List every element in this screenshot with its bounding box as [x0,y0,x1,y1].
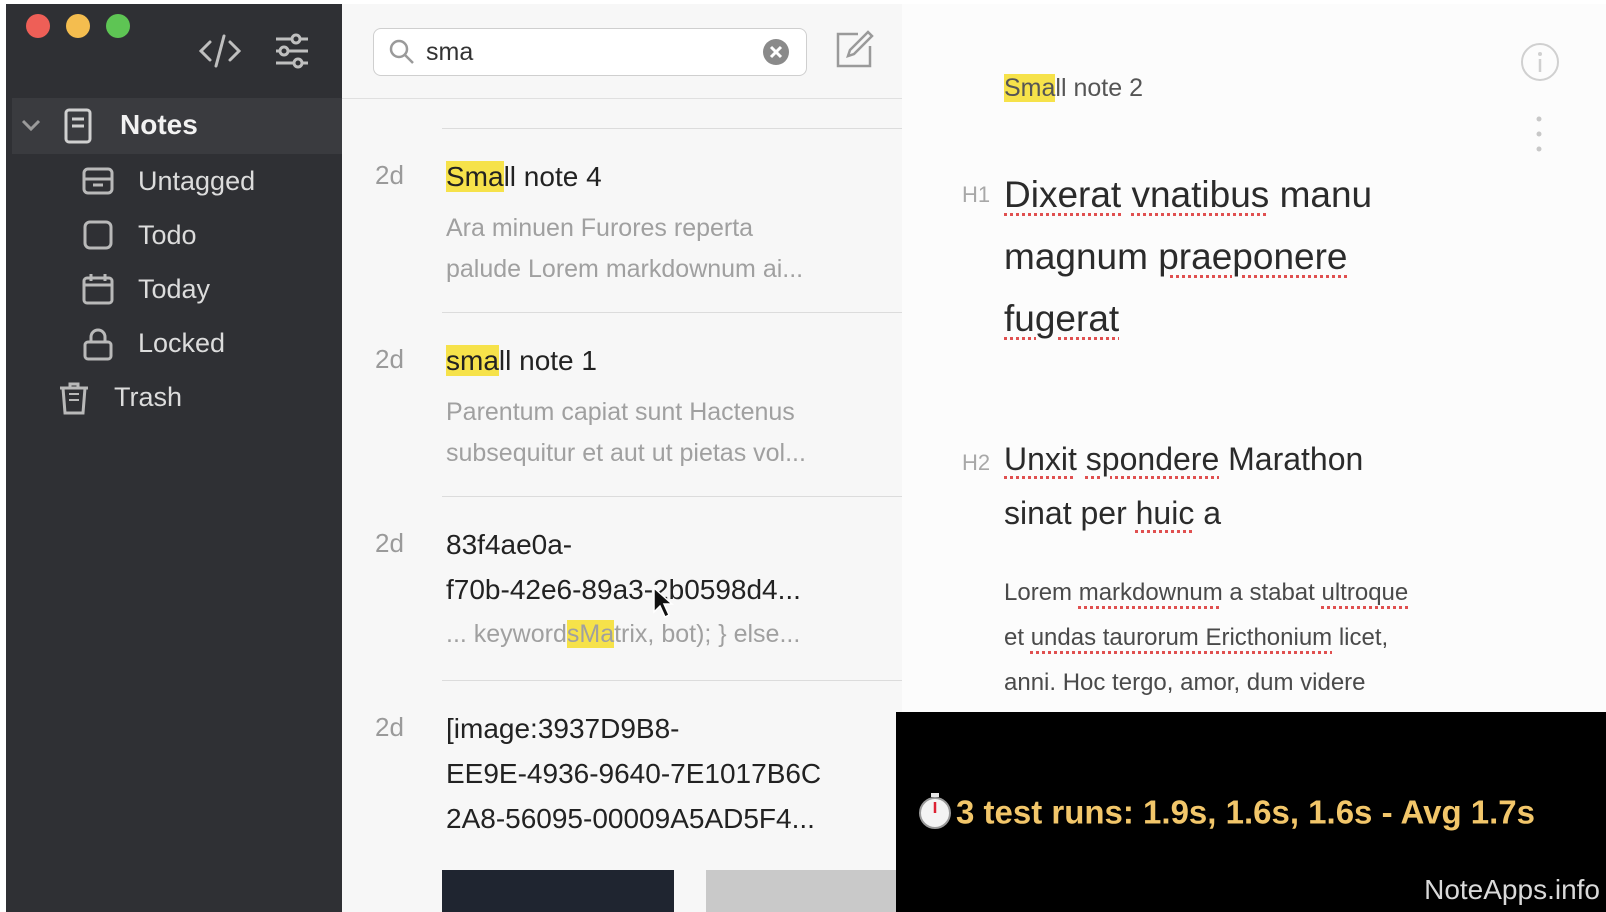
note-title-line: Small note 2 [1004,74,1143,103]
search-highlight: Sma [446,161,504,192]
body-word: ultroque [1321,579,1409,606]
heading-word: huic [1135,495,1195,531]
trash-icon [58,381,98,415]
list-item[interactable]: 2d Small note 4 Ara minuen Furores reper… [342,154,902,314]
lock-icon [82,327,122,361]
note-age: 2d [375,160,404,190]
note-title: Small note 4 [446,154,886,200]
more-options-icon[interactable] [1534,114,1544,159]
body-word: licet, [1338,624,1389,651]
search-icon [388,38,416,71]
heading-1: Dixerat vnatibus manu magnum praeponere … [1004,164,1372,350]
sidebar-item-locked[interactable]: Locked [82,316,225,370]
divider [442,312,902,313]
note-title: small note 1 [446,338,886,384]
watermark: NoteApps.info [1424,874,1600,905]
note-list: 2d Small note 4 Ara minuen Furores reper… [342,4,903,912]
list-item[interactable]: 2d [image:3937D9B8- EE9E-4936-9640-7E101… [342,706,902,912]
note-preview: Parentum capiat sunt Hactenus [446,398,795,426]
list-item[interactable]: 2d small note 1 Parentum capiat sunt Hac… [342,338,902,498]
window-close-button[interactable] [26,14,50,38]
image-thumbnail [706,870,902,912]
note-title: [image:3937D9B8- [446,713,680,744]
sidebar-item-label: Trash [114,381,183,412]
body-word: markdownum [1078,579,1223,606]
chevron-down-icon[interactable] [20,114,42,141]
archive-box-icon [82,165,122,197]
timing-text: 3 test runs: 1.9s, 1.6s, 1.6s - Avg 1.7s [956,793,1536,831]
search-input[interactable] [424,35,728,69]
search-highlight: Sma [1004,74,1056,102]
sidebar-item-label: Today [138,273,211,304]
checkbox-icon [82,219,122,251]
sidebar-item-todo[interactable]: Todo [82,208,197,262]
divider [442,128,902,129]
heading-2: Unxit spondere Marathon sinat per huic a [1004,432,1363,540]
sidebar-item-label: Notes [120,109,198,140]
note-preview: subsequitur et aut ut pietas vol... [446,439,806,467]
note-preview-text: ... keyword [446,620,567,648]
sidebar-item-label: Todo [138,219,197,250]
notes-icon [64,108,92,149]
sidebar-item-today[interactable]: Today [82,262,210,316]
sidebar-item-untagged[interactable]: Untagged [82,154,255,208]
search-highlight: sMa [566,620,615,648]
image-thumbnail [442,870,674,912]
note-title-text: ll note 1 [498,345,597,376]
note-title: EE9E-4936-9640-7E1017B6C [446,758,822,789]
note-age: 2d [375,528,404,558]
mouse-cursor-icon [652,586,676,625]
h1-marker: H1 [962,182,991,207]
sidebar-item-label: Untagged [138,165,256,196]
heading-word: Marathon [1228,441,1364,477]
preview-toggle-icon[interactable] [198,32,242,75]
note-title: 83f4ae0a- [446,529,573,560]
window-maximize-button[interactable] [106,14,130,38]
timing-text-row: 3 test runs: 1.9s, 1.6s, 1.6s - Avg 1.7s [918,792,1535,838]
note-preview: palude Lorem markdownum ai... [446,255,804,283]
heading-word: fugerat [1004,298,1120,339]
app-window: Notes Untagged Todo Today Locked Trash s… [0,0,1606,912]
heading-word: Dixerat [1004,174,1122,215]
heading-word: manu [1279,174,1373,215]
note-age: 2d [375,712,404,742]
sliders-icon[interactable] [274,32,310,75]
heading-word: magnum [1004,236,1148,277]
note-title: 2A8-56095-00009A5AD5F4... [446,803,815,834]
window-minimize-button[interactable] [66,14,90,38]
note-preview-text: trix, bot); } else... [614,620,801,648]
sidebar: Notes Untagged Todo Today Locked Trash [6,4,342,912]
compose-note-icon[interactable] [832,28,876,77]
heading-word: Unxit [1004,441,1077,477]
note-preview: Ara minuen Furores reperta [446,214,754,242]
heading-word: spondere [1085,441,1220,477]
list-item[interactable]: 2d 83f4ae0a- f70b-42e6-89a3-2b0598d4... … [342,522,902,682]
heading-word: a [1203,495,1222,531]
sidebar-item-trash[interactable]: Trash [58,370,182,424]
divider [342,98,902,99]
info-icon[interactable] [1520,42,1560,87]
heading-word: vnatibus [1131,174,1270,215]
h2-marker: H2 [962,450,991,475]
heading-word: sinat per [1004,495,1127,531]
body-word: undas taurorum Ericthonium [1030,624,1333,651]
stopwatch-icon [918,792,952,838]
sidebar-item-notes[interactable]: Notes [12,98,342,154]
divider [442,680,902,681]
body-word: anni. Hoc tergo, amor, dum videre [1004,669,1366,696]
calendar-icon [82,273,122,305]
note-title-text: ll note 4 [503,161,602,192]
clear-search-icon[interactable] [762,38,790,71]
sidebar-item-label: Locked [138,327,226,358]
note-title-text: ll note 2 [1055,74,1143,102]
divider [442,496,902,497]
heading-word: praeponere [1158,236,1348,277]
body-paragraph: Lorem markdownum a stabat ultroque et un… [1004,570,1408,705]
body-word: et [1004,624,1025,651]
body-word: a stabat [1229,579,1315,606]
search-highlight: sma [446,345,499,376]
body-word: Lorem [1004,579,1073,606]
note-age: 2d [375,344,404,374]
search-box[interactable] [373,28,807,76]
